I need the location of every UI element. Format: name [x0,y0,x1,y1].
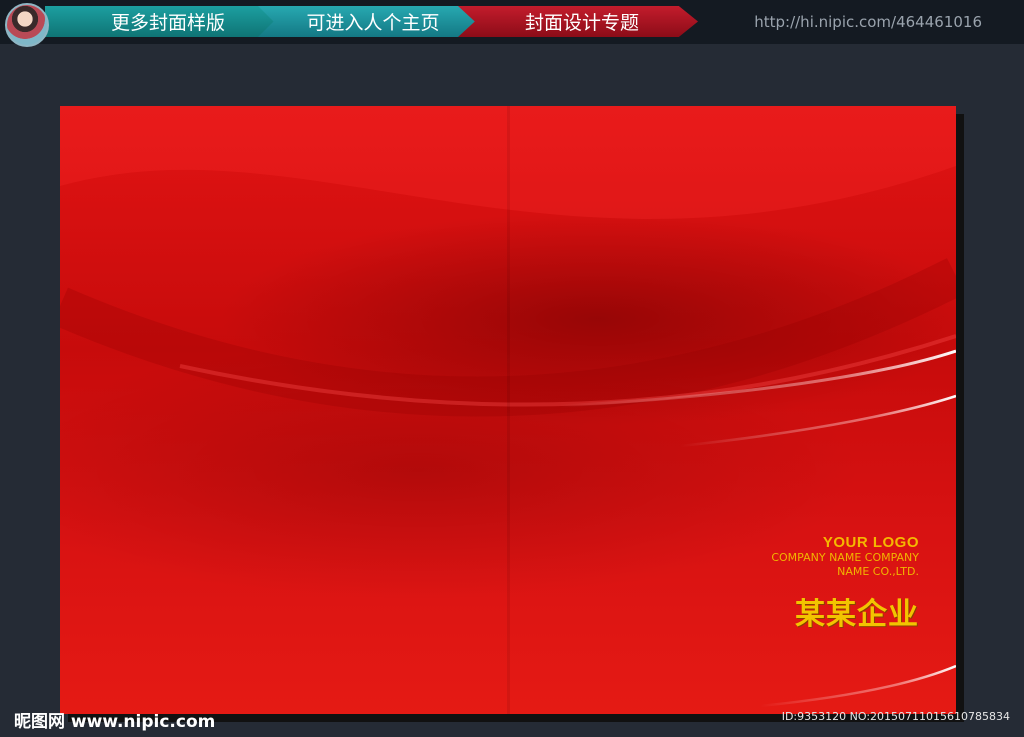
company-name-line1: COMPANY NAME COMPANY [771,551,919,564]
cover-spine [507,106,510,714]
your-logo-text: YOUR LOGO [822,534,919,551]
company-name-chinese: 某某企业 [795,597,919,632]
avatar[interactable] [5,3,49,47]
site-watermark: 昵图网 www.nipic.com [14,712,216,732]
nav-more-covers-label: 更多封面样版 [110,12,225,34]
nav-cover-design-topic-label: 封面设计专题 [524,12,639,34]
nav-cover-design-topic[interactable]: 封面设计专题 [458,6,698,37]
nav-more-covers[interactable]: 更多封面样版 [45,6,283,37]
nav-personal-homepage[interactable]: 可进入人个主页 [258,6,480,37]
image-id-info: ID:9353120 NO:20150711015610785834 [781,710,1010,723]
nav-personal-homepage-label: 可进入人个主页 [306,12,440,34]
profile-url[interactable]: http://hi.nipic.com/464461016 [754,13,982,31]
company-logo-block: YOUR LOGO COMPANY NAME COMPANY NAME CO.,… [771,534,919,633]
company-name-line2: NAME CO.,LTD. [837,565,919,578]
brochure-cover: YOUR LOGO COMPANY NAME COMPANY NAME CO.,… [60,106,956,714]
